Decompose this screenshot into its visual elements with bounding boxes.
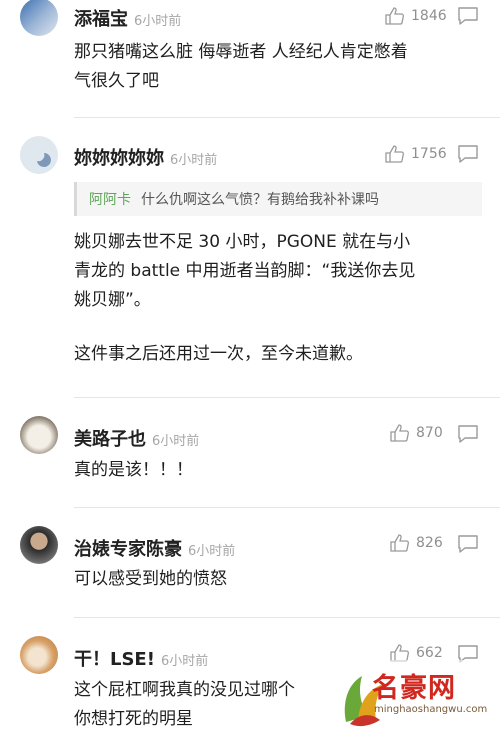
username-text[interactable]: 妳妳妳妳妳 xyxy=(74,148,164,169)
avatar[interactable] xyxy=(20,416,58,454)
username[interactable]: 添福宝 6小时前 xyxy=(74,5,181,31)
username-text[interactable]: 治婊专家陈豪 xyxy=(74,539,182,560)
username[interactable]: 治婊专家陈豪 6小时前 xyxy=(74,535,235,561)
username-text[interactable]: 添福宝 xyxy=(74,9,128,30)
comment-line: 气很久了吧 xyxy=(74,71,159,91)
comment-line: 那只猪嘴这么脏 侮辱逝者 人经纪人肯定憋着 xyxy=(74,42,408,62)
like-button[interactable]: 870 xyxy=(390,421,460,445)
avatar[interactable] xyxy=(20,526,58,564)
timestamp: 6小时前 xyxy=(188,544,236,559)
like-count: 826 xyxy=(416,535,443,551)
comment-bubble-icon[interactable] xyxy=(457,534,479,554)
comment-line: 姚贝娜去世不足 30 小时，PGONE 就在与小 xyxy=(74,232,411,252)
comment-bubble-icon[interactable] xyxy=(457,144,479,164)
timestamp: 6小时前 xyxy=(170,153,218,168)
username[interactable]: 美路子也 6小时前 xyxy=(74,425,199,451)
like-count: 1756 xyxy=(411,146,447,162)
quoted-username[interactable]: 阿阿卡 xyxy=(89,189,131,209)
divider xyxy=(74,617,500,618)
quoted-text: 什么仇啊这么气愤？有鹅给我补补课吗 xyxy=(141,192,379,208)
like-button[interactable]: 1756 xyxy=(385,142,455,166)
comment-bubble-icon[interactable] xyxy=(457,6,479,26)
like-button[interactable]: 1846 xyxy=(385,4,455,28)
avatar[interactable] xyxy=(20,636,58,674)
divider xyxy=(74,507,500,508)
like-button[interactable]: 826 xyxy=(390,531,460,555)
divider xyxy=(74,397,500,398)
username[interactable]: 妳妳妳妳妳 6小时前 xyxy=(74,144,217,170)
comment-line: 青龙的 battle 中用逝者当韵脚：“我送你去见 xyxy=(74,261,416,281)
comment-line: 真的是该！！！ xyxy=(74,460,193,480)
comment-body: 可以感受到她的愤怒 xyxy=(74,565,474,594)
like-count: 870 xyxy=(416,425,443,441)
username-text[interactable]: 美路子也 xyxy=(74,429,146,450)
comment-body: 真的是该！！！ xyxy=(74,456,474,485)
comment-bubble-icon[interactable] xyxy=(457,424,479,444)
divider xyxy=(74,117,500,118)
avatar-moon-icon xyxy=(37,153,51,167)
timestamp: 6小时前 xyxy=(160,654,209,669)
thumbs-up-icon xyxy=(385,7,404,25)
avatar[interactable] xyxy=(20,0,58,36)
timestamp: 6小时前 xyxy=(134,14,182,29)
watermark-url: minghaoshangwu.com xyxy=(374,704,488,715)
thumbs-up-icon xyxy=(390,424,409,442)
watermark-brand: 名豪网 xyxy=(372,673,456,704)
comment-line: 这件事之后还用过一次，至今未道歉。 xyxy=(74,344,363,364)
thumbs-up-icon xyxy=(385,145,404,163)
username-text[interactable]: 干！LSE! xyxy=(74,649,155,670)
quoted-reply[interactable]: 阿阿卡 什么仇啊这么气愤？有鹅给我补补课吗 xyxy=(74,182,482,216)
comment-line: 姚贝娜”。 xyxy=(74,290,151,310)
like-count: 1846 xyxy=(411,8,447,24)
comment-body: 那只猪嘴这么脏 侮辱逝者 人经纪人肯定憋着 气很久了吧 xyxy=(74,38,474,96)
thumbs-up-icon xyxy=(390,534,409,552)
username[interactable]: 干！LSE! 6小时前 xyxy=(74,645,208,671)
avatar[interactable] xyxy=(20,136,58,174)
comment-line: 可以感受到她的愤怒 xyxy=(74,569,227,589)
timestamp: 6小时前 xyxy=(152,434,200,449)
comment-body: 姚贝娜去世不足 30 小时，PGONE 就在与小 青龙的 battle 中用逝者… xyxy=(74,228,474,369)
